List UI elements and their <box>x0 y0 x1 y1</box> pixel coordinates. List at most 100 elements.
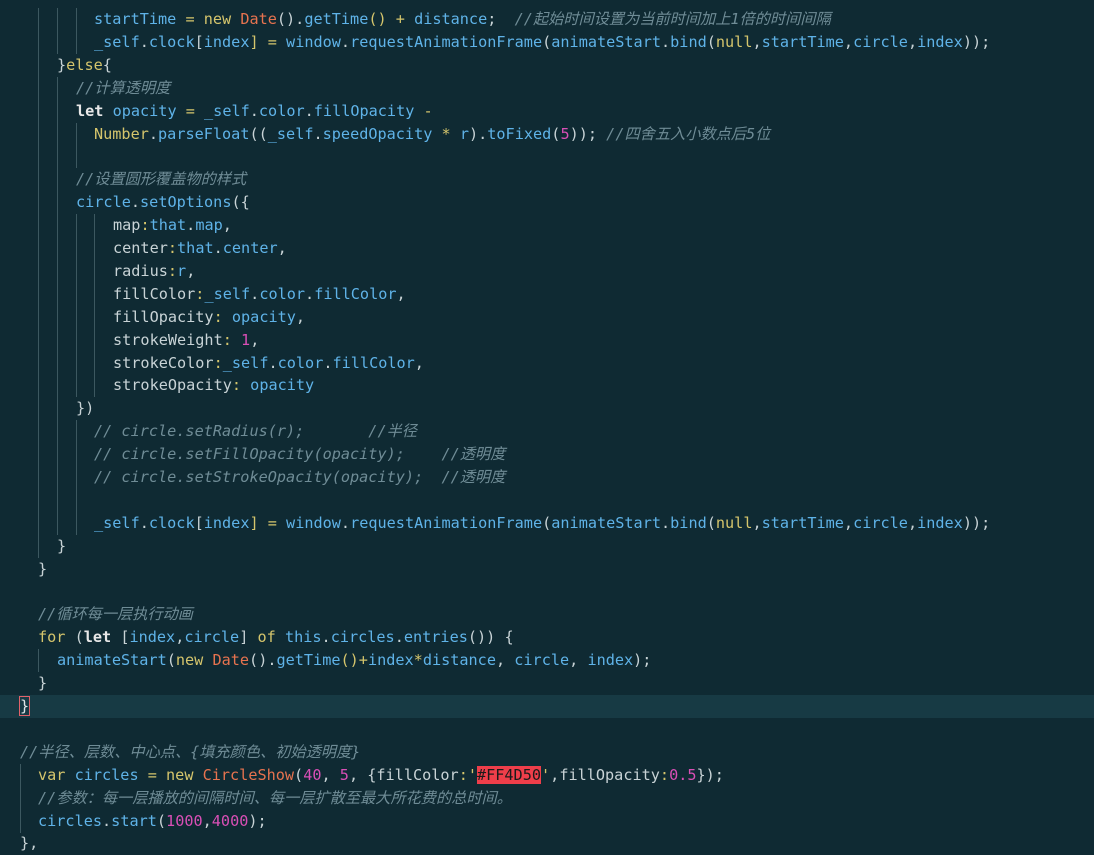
code-token: circle <box>514 651 570 670</box>
code-token: () + <box>368 10 415 28</box>
indent-guide <box>57 145 58 169</box>
code-line[interactable]: // circle.setFillOpacity(opacity); //透明度 <box>0 443 1094 467</box>
code-line[interactable] <box>0 145 1094 169</box>
code-line[interactable]: //计算透明度 <box>0 76 1094 100</box>
code-token: _self <box>94 32 140 51</box>
code-line[interactable]: var circles = new CircleShow(40, 5, {fil… <box>0 763 1094 787</box>
code-token: , <box>752 32 762 51</box>
code-line[interactable]: for (let [index,circle] of this.circles.… <box>0 626 1094 649</box>
code-line[interactable]: //半径、层数、中心点、{填充颜色、初始透明度} <box>0 741 1094 764</box>
code-token: //四舍五入小数点后5位 <box>606 124 771 143</box>
code-token: fillColor <box>314 284 397 303</box>
code-token: ( <box>156 811 167 830</box>
code-line[interactable] <box>0 581 1094 604</box>
code-text: }else{ <box>57 54 112 77</box>
indent-guide <box>38 259 39 283</box>
code-token: getTime <box>276 651 341 670</box>
code-text: fillOpacity: opacity, <box>113 306 305 329</box>
code-token: . <box>139 513 149 532</box>
indent-guide <box>94 305 95 329</box>
code-line[interactable]: circles.start(1000,4000); <box>0 809 1094 833</box>
code-line[interactable]: // circle.setRadius(r); //半径 <box>0 420 1094 444</box>
code-line[interactable]: animateStart(new Date().getTime()+index*… <box>0 649 1094 673</box>
code-token: ( <box>706 513 716 532</box>
code-line[interactable]: fillOpacity: opacity, <box>0 305 1094 329</box>
indent-guide <box>57 8 58 31</box>
indent-guide <box>76 351 77 375</box>
code-line[interactable] <box>0 718 1094 741</box>
code-line[interactable]: }else{ <box>0 53 1094 77</box>
code-token: ); <box>633 651 652 670</box>
code-text: center:that.center, <box>113 237 287 260</box>
code-token: } <box>38 559 48 578</box>
indent-guide <box>57 488 58 512</box>
code-line[interactable]: } <box>0 558 1094 581</box>
code-token: : <box>213 353 223 372</box>
code-token: circle <box>76 193 131 212</box>
code-line[interactable]: let opacity = _self.color.fillOpacity - <box>0 99 1094 123</box>
indent-guide <box>20 786 21 810</box>
code-line[interactable]: fillColor:_self.color.fillColor, <box>0 282 1094 306</box>
indent-guide <box>94 351 95 375</box>
code-line[interactable]: strokeOpacity: opacity <box>0 374 1094 398</box>
code-line[interactable]: strokeWeight: 1, <box>0 328 1094 352</box>
code-line[interactable]: strokeColor:_self.color.fillColor, <box>0 351 1094 375</box>
code-line[interactable]: } <box>0 695 1094 718</box>
indent-guide <box>76 214 77 238</box>
indent-guide <box>57 259 58 283</box>
code-line[interactable]: }) <box>0 397 1094 421</box>
code-line[interactable]: } <box>0 672 1094 695</box>
indent-guide <box>76 145 77 169</box>
code-line[interactable]: startTime = new Date().getTime() + dista… <box>0 8 1094 31</box>
code-line[interactable]: //设置圆形覆盖物的样式 <box>0 168 1094 192</box>
code-text: // circle.setStrokeOpacity(opacity); //透… <box>94 466 505 489</box>
code-token: fillOpacity <box>559 765 660 784</box>
indent-guide <box>94 374 95 398</box>
code-token: ( <box>542 513 552 532</box>
indent-guide <box>76 237 77 260</box>
indent-guide <box>20 809 21 833</box>
indent-guide <box>38 328 39 352</box>
code-line[interactable]: center:that.center, <box>0 237 1094 260</box>
code-line[interactable]: radius:r, <box>0 259 1094 283</box>
code-token: opacity <box>112 101 177 120</box>
code-token: 5 <box>560 124 570 143</box>
code-line[interactable]: _self.clock[index] = window.requestAnima… <box>0 30 1094 54</box>
code-text: } <box>38 672 47 695</box>
code-text: // circle.setRadius(r); //半径 <box>94 420 417 443</box>
code-token: ). <box>468 124 488 143</box>
code-line[interactable]: //循环每一层执行动画 <box>0 603 1094 626</box>
code-token: . <box>250 284 260 303</box>
code-token: //半径、层数、中心点、{填充颜色、初始透明度} <box>20 742 361 761</box>
code-token: 1000 <box>166 811 203 830</box>
code-line[interactable]: }, <box>0 832 1094 855</box>
indent-guide <box>38 397 39 421</box>
code-text: strokeColor:_self.color.fillColor, <box>113 352 424 375</box>
code-line[interactable]: } <box>0 534 1094 558</box>
code-token: //起始时间设置为当前时间加上1倍的时间间隔 <box>514 10 831 28</box>
code-token: . <box>340 32 351 51</box>
code-text: strokeWeight: 1, <box>113 329 259 352</box>
code-token: . <box>102 811 112 830</box>
code-line[interactable]: //参数：每一层播放的间隔时间、每一层扩散至最大所花费的总时间。 <box>0 786 1094 810</box>
code-token: fillColor <box>113 284 196 303</box>
code-token: , <box>907 513 918 532</box>
code-text: map:that.map, <box>113 214 232 237</box>
code-line[interactable] <box>0 488 1094 512</box>
indent-guide <box>76 488 77 512</box>
code-line[interactable]: Number.parseFloat((_self.speedOpacity * … <box>0 122 1094 146</box>
code-token: = <box>138 765 167 784</box>
code-line[interactable]: _self.clock[index] = window.requestAnima… <box>0 511 1094 535</box>
code-token: (). <box>249 651 277 670</box>
code-text: //设置圆形覆盖物的样式 <box>76 168 246 191</box>
code-line[interactable]: circle.setOptions({ <box>0 191 1094 215</box>
indent-guide <box>76 305 77 329</box>
code-token: color <box>259 284 306 303</box>
indent-guide <box>57 443 58 467</box>
code-editor[interactable]: startTime = new Date().getTime() + dista… <box>0 0 1094 852</box>
code-token: , <box>550 765 560 784</box>
code-line[interactable]: map:that.map, <box>0 214 1094 238</box>
indent-guide <box>38 191 39 215</box>
code-line[interactable]: // circle.setStrokeOpacity(opacity); //透… <box>0 466 1094 489</box>
code-token: Date <box>212 651 250 670</box>
